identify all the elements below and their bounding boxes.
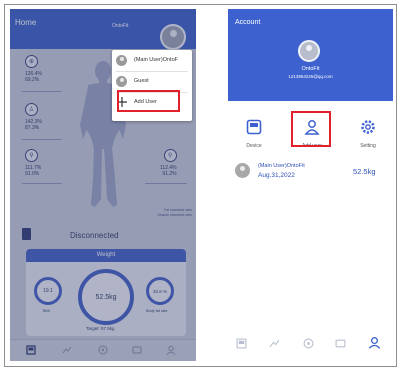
avatar xyxy=(116,76,127,87)
list-item[interactable]: (Main User)OntoFit Aug.31,2022 52.5kg xyxy=(228,157,393,193)
metric-bottom-right: ⚲ 112.4% 91.2% xyxy=(160,149,177,177)
record-date: Aug.31,2022 xyxy=(258,172,295,179)
target-weight: Target: 57.5kg xyxy=(86,326,115,331)
account-screen: Account OntoFit 1213954225@qq.com Device… xyxy=(228,9,393,361)
avatar[interactable] xyxy=(298,40,320,62)
divider xyxy=(116,71,188,72)
device-icon xyxy=(246,119,262,135)
bottom-tab-bar xyxy=(10,339,196,361)
bottom-tab-bar xyxy=(228,329,393,359)
leg-icon: ⚲ xyxy=(25,149,38,162)
body-fat-label: Body fat rate xyxy=(146,309,168,313)
trend-tab-icon[interactable] xyxy=(269,338,280,349)
device-tab-icon[interactable] xyxy=(335,338,346,349)
profile-tab-icon[interactable] xyxy=(368,336,381,349)
avatar xyxy=(116,55,127,66)
page-title: Home xyxy=(15,18,37,27)
scale-icon: ⊕ xyxy=(25,55,38,68)
menu-item-main-user[interactable]: (Main User)OntoF xyxy=(112,52,192,70)
trend-tab-icon[interactable] xyxy=(62,345,72,355)
record-weight: 52.5kg xyxy=(353,167,376,176)
user-avatar-button[interactable] xyxy=(160,24,186,50)
divider xyxy=(22,183,62,184)
setting-button[interactable]: Setting xyxy=(350,119,386,149)
account-name: OntoFit xyxy=(301,66,320,72)
home-tab-icon[interactable] xyxy=(26,345,36,355)
sport-tab-icon[interactable] xyxy=(98,345,108,355)
device-tab-icon[interactable] xyxy=(132,345,142,355)
weight-panel: Weight 19.1 BMI 52.5kg 32.6 % Body fat r… xyxy=(26,249,186,336)
menu-item-guest[interactable]: Guest xyxy=(112,73,192,91)
page-title: Account xyxy=(235,19,261,26)
record-user-name: (Main User)OntoFit xyxy=(258,163,305,169)
divider xyxy=(145,183,187,184)
weight-panel-header: Weight xyxy=(26,249,186,262)
divider xyxy=(22,91,62,92)
device-button[interactable]: Device xyxy=(236,119,272,149)
brand-label: OntoFit xyxy=(112,23,129,29)
gear-icon xyxy=(361,120,375,134)
metric-bottom-left: ⚲ 111.7% 91.0% xyxy=(25,149,41,177)
weight-ring: 52.5kg xyxy=(78,269,134,325)
connection-status-row: Disconnected xyxy=(10,222,196,248)
leg-icon: ⚲ xyxy=(163,149,177,162)
account-header: Account OntoFit 1213954225@qq.com xyxy=(228,9,393,101)
highlight-box xyxy=(291,111,331,147)
metric-mid-left: ♙ 142.3% 87.3% xyxy=(25,103,42,131)
body-fat-ring: 32.6 % xyxy=(146,277,174,305)
sport-tab-icon[interactable] xyxy=(303,338,314,349)
weight-title: Weight xyxy=(96,252,116,258)
figure-legend: Fat standard ratio Muscle standard ratio xyxy=(157,208,192,217)
connection-status: Disconnected xyxy=(70,231,119,240)
avatar xyxy=(235,163,250,178)
bmi-ring: 19.1 xyxy=(34,277,62,305)
divider xyxy=(22,139,62,140)
body-icon: ♙ xyxy=(25,103,38,116)
profile-tab-icon[interactable] xyxy=(166,345,176,355)
metric-top-left: ⊕ 126.4% 69.2% xyxy=(25,55,42,83)
highlight-box xyxy=(117,90,180,112)
account-email: 1213954225@qq.com xyxy=(288,74,333,79)
scale-device-icon xyxy=(22,228,31,240)
home-tab-icon[interactable] xyxy=(236,338,247,349)
bmi-label: BMI xyxy=(43,309,50,313)
